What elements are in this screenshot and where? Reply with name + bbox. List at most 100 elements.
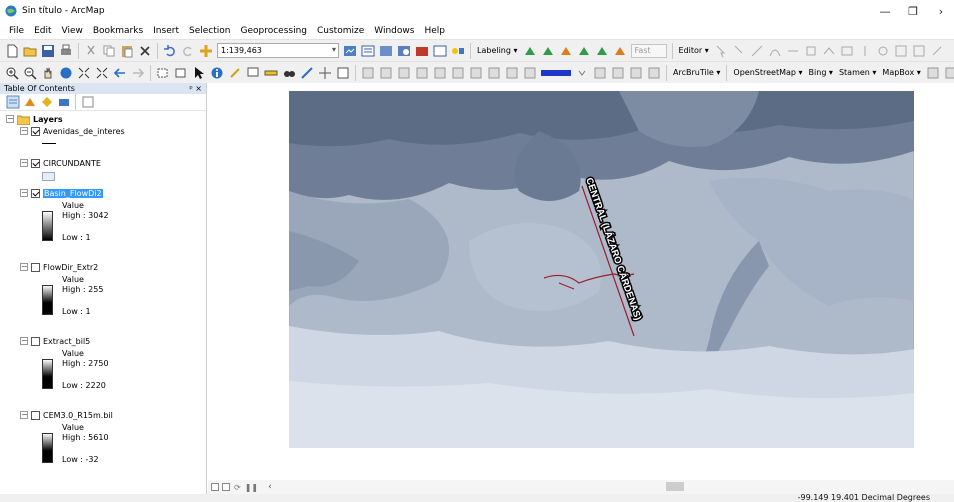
catalog-icon[interactable] (378, 43, 394, 59)
menu-insert[interactable]: Insert (148, 26, 184, 36)
layer-name-selected[interactable]: Basin_FlowDi2 (43, 188, 103, 198)
tile-settings-icon[interactable] (925, 65, 941, 81)
flicker-icon[interactable] (628, 65, 644, 81)
collapse-icon[interactable]: − (6, 115, 14, 123)
menu-edit[interactable]: Edit (29, 26, 56, 36)
menu-geoprocessing[interactable]: Geoprocessing (235, 26, 312, 36)
add-data-icon[interactable] (198, 43, 214, 59)
find-icon[interactable] (281, 65, 297, 81)
effects-icon[interactable] (592, 65, 608, 81)
menu-windows[interactable]: Windows (369, 26, 419, 36)
split-icon[interactable] (857, 43, 873, 59)
lock-labels-icon[interactable] (558, 43, 574, 59)
polygon-symbol-swatch[interactable] (42, 172, 55, 181)
menu-customize[interactable]: Customize (312, 26, 369, 36)
find-route-icon[interactable] (299, 65, 315, 81)
mapbox-dropdown[interactable]: MapBox ▾ (882, 68, 920, 77)
stretch-color-ramp[interactable] (42, 285, 53, 315)
zoom-out-icon[interactable] (22, 65, 38, 81)
select-elements-icon[interactable] (191, 65, 207, 81)
georef-tool-icon[interactable] (486, 65, 502, 81)
pause-drawing-icon[interactable]: ❚❚ (245, 483, 258, 492)
attributes-icon[interactable] (893, 43, 909, 59)
layer-visibility-checkbox[interactable] (31, 126, 40, 136)
layer-name[interactable]: CEM3.0_R15m.bil (43, 411, 113, 420)
layer-row-cem30[interactable]: − CEM3.0_R15m.bil (20, 409, 113, 421)
collapse-icon[interactable]: − (20, 337, 28, 345)
chevron-down-icon[interactable] (574, 65, 590, 81)
georef-tool-icon[interactable] (360, 65, 376, 81)
straight-segment-icon[interactable] (749, 43, 765, 59)
layer-name[interactable]: FlowDir_Extr2 (43, 263, 98, 272)
tile-cache-icon[interactable] (943, 65, 954, 81)
layer-visibility-checkbox[interactable] (31, 188, 40, 198)
menu-selection[interactable]: Selection (184, 26, 235, 36)
zoom-in-icon[interactable] (4, 65, 20, 81)
layer-row-avenidas[interactable]: − Avenidas_de_interes (20, 125, 125, 137)
pan-icon[interactable] (40, 65, 56, 81)
bing-dropdown[interactable]: Bing ▾ (809, 68, 833, 77)
undo-icon[interactable] (162, 43, 178, 59)
map-scale-dropdown[interactable]: 1:139,463 ▾ (217, 43, 339, 58)
model-builder-icon[interactable] (450, 43, 466, 59)
layer-tools-icon[interactable] (646, 65, 662, 81)
maximize-button[interactable]: ❐ (898, 0, 928, 22)
stamen-dropdown[interactable]: Stamen ▾ (839, 68, 876, 77)
table-of-contents-icon[interactable] (360, 43, 376, 59)
print-icon[interactable] (58, 43, 74, 59)
stretch-color-ramp[interactable] (42, 359, 53, 389)
menu-view[interactable]: View (57, 26, 88, 36)
menu-bookmarks[interactable]: Bookmarks (88, 26, 148, 36)
save-icon[interactable] (40, 43, 56, 59)
edit-annotation-icon[interactable] (731, 43, 747, 59)
collapse-icon[interactable]: − (20, 127, 28, 135)
editor-dropdown[interactable]: Editor ▾ (679, 46, 709, 55)
georef-tool-icon[interactable] (450, 65, 466, 81)
list-by-visibility-icon[interactable] (39, 95, 54, 109)
arcbrutile-dropdown[interactable]: ArcBruTile ▾ (673, 68, 720, 77)
toc-pin-close-icons[interactable]: ᵖ × (189, 84, 202, 93)
select-features-icon[interactable] (155, 65, 171, 81)
labeling-dropdown[interactable]: Labeling ▾ (477, 46, 518, 55)
copy-icon[interactable] (101, 43, 117, 59)
fixed-zoom-out-icon[interactable] (94, 65, 110, 81)
paste-icon[interactable] (119, 43, 135, 59)
toc-options-icon[interactable] (80, 95, 95, 109)
label-manager-icon[interactable] (522, 43, 538, 59)
map-display[interactable]: CENTRAL (LÁZARO CÁRDENAS) (208, 83, 954, 479)
full-extent-icon[interactable] (58, 65, 74, 81)
layer-row-extract-bil5[interactable]: − Extract_bil5 (20, 335, 90, 347)
time-slider-icon[interactable] (335, 65, 351, 81)
layout-view-button[interactable] (222, 483, 230, 491)
menu-file[interactable]: File (4, 26, 29, 36)
html-popup-icon[interactable] (245, 65, 261, 81)
layer-name[interactable]: CIRCUNDANTE (43, 159, 101, 168)
fixed-zoom-in-icon[interactable] (76, 65, 92, 81)
collapse-icon[interactable]: − (20, 159, 28, 167)
refresh-icon[interactable]: ⟳ (234, 483, 241, 492)
search-window-icon[interactable] (396, 43, 412, 59)
scroll-left-icon[interactable]: ‹ (268, 482, 272, 492)
georef-tool-icon[interactable] (432, 65, 448, 81)
python-window-icon[interactable] (432, 43, 448, 59)
sketch-properties-icon[interactable] (911, 43, 927, 59)
unplaced-labels-icon[interactable] (594, 43, 610, 59)
list-by-drawing-order-icon[interactable] (5, 95, 20, 109)
endpoint-arc-icon[interactable] (767, 43, 783, 59)
close-button[interactable]: › (926, 0, 954, 22)
georef-tool-icon[interactable] (504, 65, 520, 81)
arctoolbox-icon[interactable] (414, 43, 430, 59)
label-quality-dropdown[interactable]: Fast (630, 43, 667, 58)
layer-row-circundante[interactable]: − CIRCUNDANTE (20, 157, 101, 169)
list-by-selection-icon[interactable] (56, 95, 71, 109)
stretch-color-ramp[interactable] (42, 433, 53, 463)
fill-color-swatch[interactable] (541, 69, 571, 76)
edit-vertices-icon[interactable] (803, 43, 819, 59)
line-symbol-swatch[interactable] (42, 143, 56, 144)
edit-tool-icon[interactable] (713, 43, 729, 59)
collapse-icon[interactable]: − (20, 411, 28, 419)
layer-visibility-checkbox[interactable] (31, 262, 40, 272)
basin-raster-map[interactable]: CENTRAL (LÁZARO CÁRDENAS) (289, 91, 914, 448)
trace-icon[interactable] (785, 43, 801, 59)
reshape-icon[interactable] (821, 43, 837, 59)
